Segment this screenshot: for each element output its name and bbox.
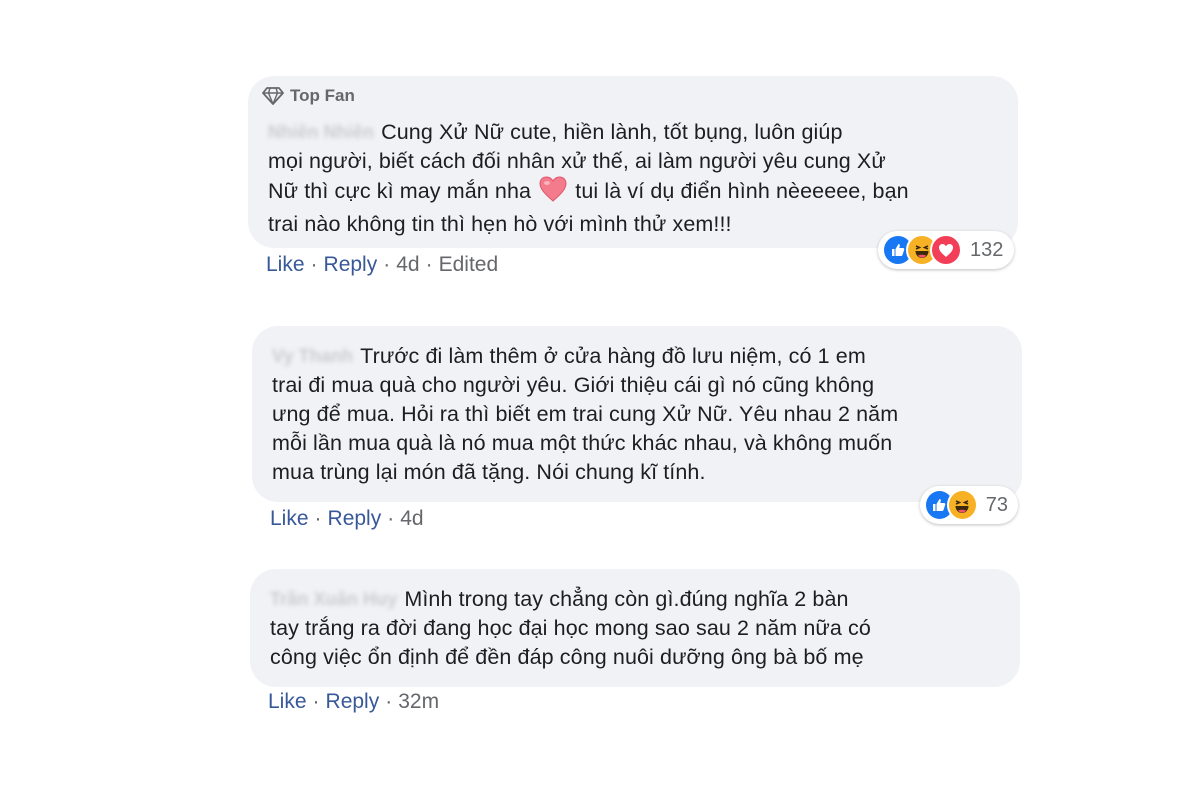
like-button[interactable]: Like [270,507,309,530]
comment-text: Vy Thanh Trước đi làm thêm ở cửa hàng đồ … [272,342,1012,487]
love-icon [930,234,962,266]
comment-line: mỗi lần mua quà là nó mua một thức khác … [272,431,893,455]
comment-line: tay trắng ra đời đang học đại học mong s… [270,616,871,640]
comment-line: Mình trong tay chẳng còn gì.đúng nghĩa 2… [404,587,849,611]
comment-bubble: Vy Thanh Trước đi làm thêm ở cửa hàng đồ … [252,326,1022,502]
reply-button[interactable]: Reply [324,253,378,276]
comment-line: mọi người, biết cách đối nhân xử thế, ai… [268,149,886,173]
reaction-count: 73 [985,493,1008,516]
reaction-count: 132 [970,238,1004,261]
edited-label[interactable]: Edited [439,253,499,276]
comment-line: trai đi mua quà cho người yêu. Giới thiệ… [272,373,875,397]
reply-button[interactable]: Reply [326,690,380,713]
reactions-summary[interactable]: 132 [878,231,1014,269]
badge-label: Top Fan [290,86,355,105]
comment-timestamp[interactable]: 4d [400,507,423,530]
comment-bubble: Top Fan Nhiên Nhiên Cung Xử Nữ cute, hiền… [248,76,1018,248]
comment-line: mua trùng lại món đã tặng. Nói chung kĩ … [272,460,706,484]
heart-emoji-icon [539,176,567,210]
comment-line: Cung Xử Nữ cute, hiền lành, tốt bụng, lu… [381,120,843,144]
reply-button[interactable]: Reply [328,507,382,530]
comment-timestamp[interactable]: 32m [398,690,439,713]
comment-line: Nữ thì cực kì may mắn nha [268,179,532,203]
comment-line: tui là ví dụ điển hình nèeeeee, bạn [575,179,909,203]
diamond-icon [262,87,284,105]
like-button[interactable]: Like [268,690,307,713]
comment-bubble: Trần Xuân Huy Mình trong tay chẳng còn gì… [250,569,1020,687]
haha-icon [946,489,978,521]
like-button[interactable]: Like [266,253,305,276]
comment-actions: Like · Reply · 4d [270,507,424,530]
top-fan-badge: Top Fan [262,86,355,106]
comment-author[interactable]: Vy Thanh [272,342,353,371]
comment-line: công việc ổn định để đền đáp công nuôi d… [270,645,864,669]
comment-text: Trần Xuân Huy Mình trong tay chẳng còn gì… [270,585,1010,672]
reactions-summary[interactable]: 73 [920,486,1018,524]
comment-text: Nhiên Nhiên Cung Xử Nữ cute, hiền lành, t… [268,118,1008,239]
comment-line: Trước đi làm thêm ở cửa hàng đồ lưu niệm… [360,344,866,368]
comment-author[interactable]: Nhiên Nhiên [268,118,374,147]
comment-actions: Like · Reply · 4d · Edited [266,253,499,276]
comment-line: ưng để mua. Hỏi ra thì biết em trai cung… [272,402,899,426]
comment-timestamp[interactable]: 4d [396,253,419,276]
comment-actions: Like · Reply · 32m [268,690,440,713]
comment-author[interactable]: Trần Xuân Huy [270,585,397,614]
